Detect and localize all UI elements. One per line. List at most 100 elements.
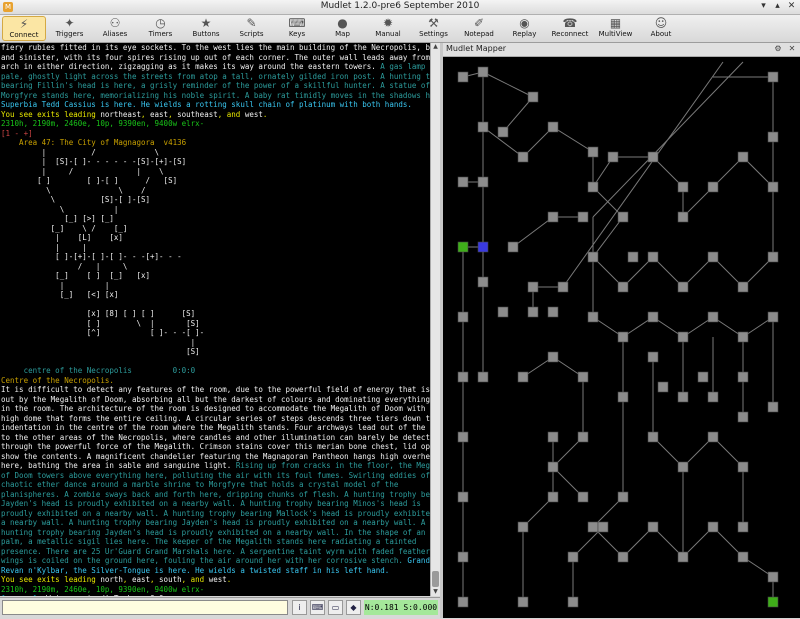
map-room[interactable]: [707, 521, 719, 533]
replay-button[interactable]: ◉ Replay: [503, 16, 547, 41]
map-room[interactable]: [547, 431, 559, 443]
map-room[interactable]: [677, 281, 689, 293]
map-room[interactable]: [547, 121, 559, 133]
map-button[interactable]: ● Map: [321, 16, 365, 41]
map-room[interactable]: [647, 311, 659, 323]
minimize-button[interactable]: ▾: [758, 1, 769, 12]
map-current-room[interactable]: [477, 241, 489, 253]
map-room[interactable]: [677, 181, 689, 193]
lock-icon[interactable]: ◆: [346, 600, 361, 615]
map-room[interactable]: [577, 211, 589, 223]
map-room[interactable]: [557, 281, 569, 293]
map-room[interactable]: [737, 551, 749, 563]
info-icon[interactable]: i: [292, 600, 307, 615]
map-room[interactable]: [697, 371, 709, 383]
map-room[interactable]: [577, 371, 589, 383]
map-room[interactable]: [647, 431, 659, 443]
map-room[interactable]: [767, 571, 779, 583]
map-room[interactable]: [457, 311, 469, 323]
map-room[interactable]: [677, 331, 689, 343]
maximize-button[interactable]: ▴: [772, 1, 783, 12]
map-room[interactable]: [587, 181, 599, 193]
scroll-down-arrow-icon[interactable]: ▼: [431, 588, 440, 596]
map-room[interactable]: [707, 181, 719, 193]
map-room[interactable]: [457, 371, 469, 383]
aliases-button[interactable]: ⚇ Aliases: [93, 16, 137, 41]
dock-float-icon[interactable]: ⚙: [773, 44, 783, 54]
map-room[interactable]: [737, 461, 749, 473]
map-room[interactable]: [547, 211, 559, 223]
map-room[interactable]: [647, 151, 659, 163]
map-room[interactable]: [737, 331, 749, 343]
map-room[interactable]: [547, 491, 559, 503]
map-room[interactable]: [587, 521, 599, 533]
close-button[interactable]: ✕: [786, 1, 797, 12]
map-room[interactable]: [677, 551, 689, 563]
map-room[interactable]: [737, 151, 749, 163]
map-room[interactable]: [627, 251, 639, 263]
map-room[interactable]: [457, 596, 469, 608]
about-button[interactable]: ☺ About: [639, 16, 683, 41]
map-room[interactable]: [677, 211, 689, 223]
console-scrollbar[interactable]: ▲ ▼: [430, 43, 440, 596]
multiview-button[interactable]: ▦ MultiView: [594, 16, 638, 41]
settings-button[interactable]: ⚒ Settings: [412, 16, 456, 41]
map-room[interactable]: [617, 331, 629, 343]
map-room[interactable]: [657, 381, 669, 393]
map-room[interactable]: [457, 176, 469, 188]
scrollbar-thumb[interactable]: [432, 571, 439, 587]
map-room[interactable]: [527, 306, 539, 318]
connect-button[interactable]: ⚡ Connect: [2, 16, 46, 41]
map-room[interactable]: [527, 281, 539, 293]
map-room[interactable]: [567, 596, 579, 608]
map-room[interactable]: [547, 306, 559, 318]
map-room[interactable]: [707, 251, 719, 263]
map-room[interactable]: [527, 91, 539, 103]
keys-button[interactable]: ⌨ Keys: [275, 16, 319, 41]
map-room[interactable]: [497, 306, 509, 318]
map-room[interactable]: [457, 241, 469, 253]
map-room[interactable]: [767, 401, 779, 413]
map-room[interactable]: [617, 551, 629, 563]
scroll-up-arrow-icon[interactable]: ▲: [431, 43, 440, 51]
map-room[interactable]: [767, 251, 779, 263]
map-room[interactable]: [677, 391, 689, 403]
map-room[interactable]: [477, 66, 489, 78]
map-room[interactable]: [607, 151, 619, 163]
map-room[interactable]: [767, 311, 779, 323]
map-room[interactable]: [517, 151, 529, 163]
map-room[interactable]: [767, 131, 779, 143]
manual-button[interactable]: ✹ Manual: [366, 16, 410, 41]
map-room[interactable]: [517, 596, 529, 608]
map-room[interactable]: [477, 276, 489, 288]
map-room[interactable]: [617, 491, 629, 503]
map-room[interactable]: [707, 311, 719, 323]
map-room[interactable]: [477, 121, 489, 133]
screen-icon[interactable]: ▭: [328, 600, 343, 615]
map-room[interactable]: [547, 461, 559, 473]
map-room[interactable]: [507, 241, 519, 253]
map-room[interactable]: [707, 431, 719, 443]
map-room[interactable]: [497, 126, 509, 138]
map-room[interactable]: [617, 211, 629, 223]
map-room[interactable]: [587, 251, 599, 263]
map-room[interactable]: [767, 181, 779, 193]
map-room[interactable]: [767, 596, 779, 608]
map-room[interactable]: [457, 551, 469, 563]
map-room[interactable]: [647, 521, 659, 533]
triggers-button[interactable]: ✦ Triggers: [48, 16, 92, 41]
map-canvas[interactable]: [443, 57, 800, 618]
map-room[interactable]: [567, 551, 579, 563]
map-room[interactable]: [457, 71, 469, 83]
map-room[interactable]: [587, 146, 599, 158]
reconnect-button[interactable]: ☎ Reconnect: [548, 16, 592, 41]
map-room[interactable]: [677, 461, 689, 473]
main-console[interactable]: fiery rubies fitted in its eye sockets. …: [0, 43, 430, 596]
map-room[interactable]: [517, 371, 529, 383]
keyboard-icon[interactable]: ⌨: [310, 600, 325, 615]
map-room[interactable]: [577, 431, 589, 443]
map-room[interactable]: [517, 521, 529, 533]
map-room[interactable]: [737, 371, 749, 383]
notepad-button[interactable]: ✐ Notepad: [457, 16, 501, 41]
map-room[interactable]: [647, 251, 659, 263]
